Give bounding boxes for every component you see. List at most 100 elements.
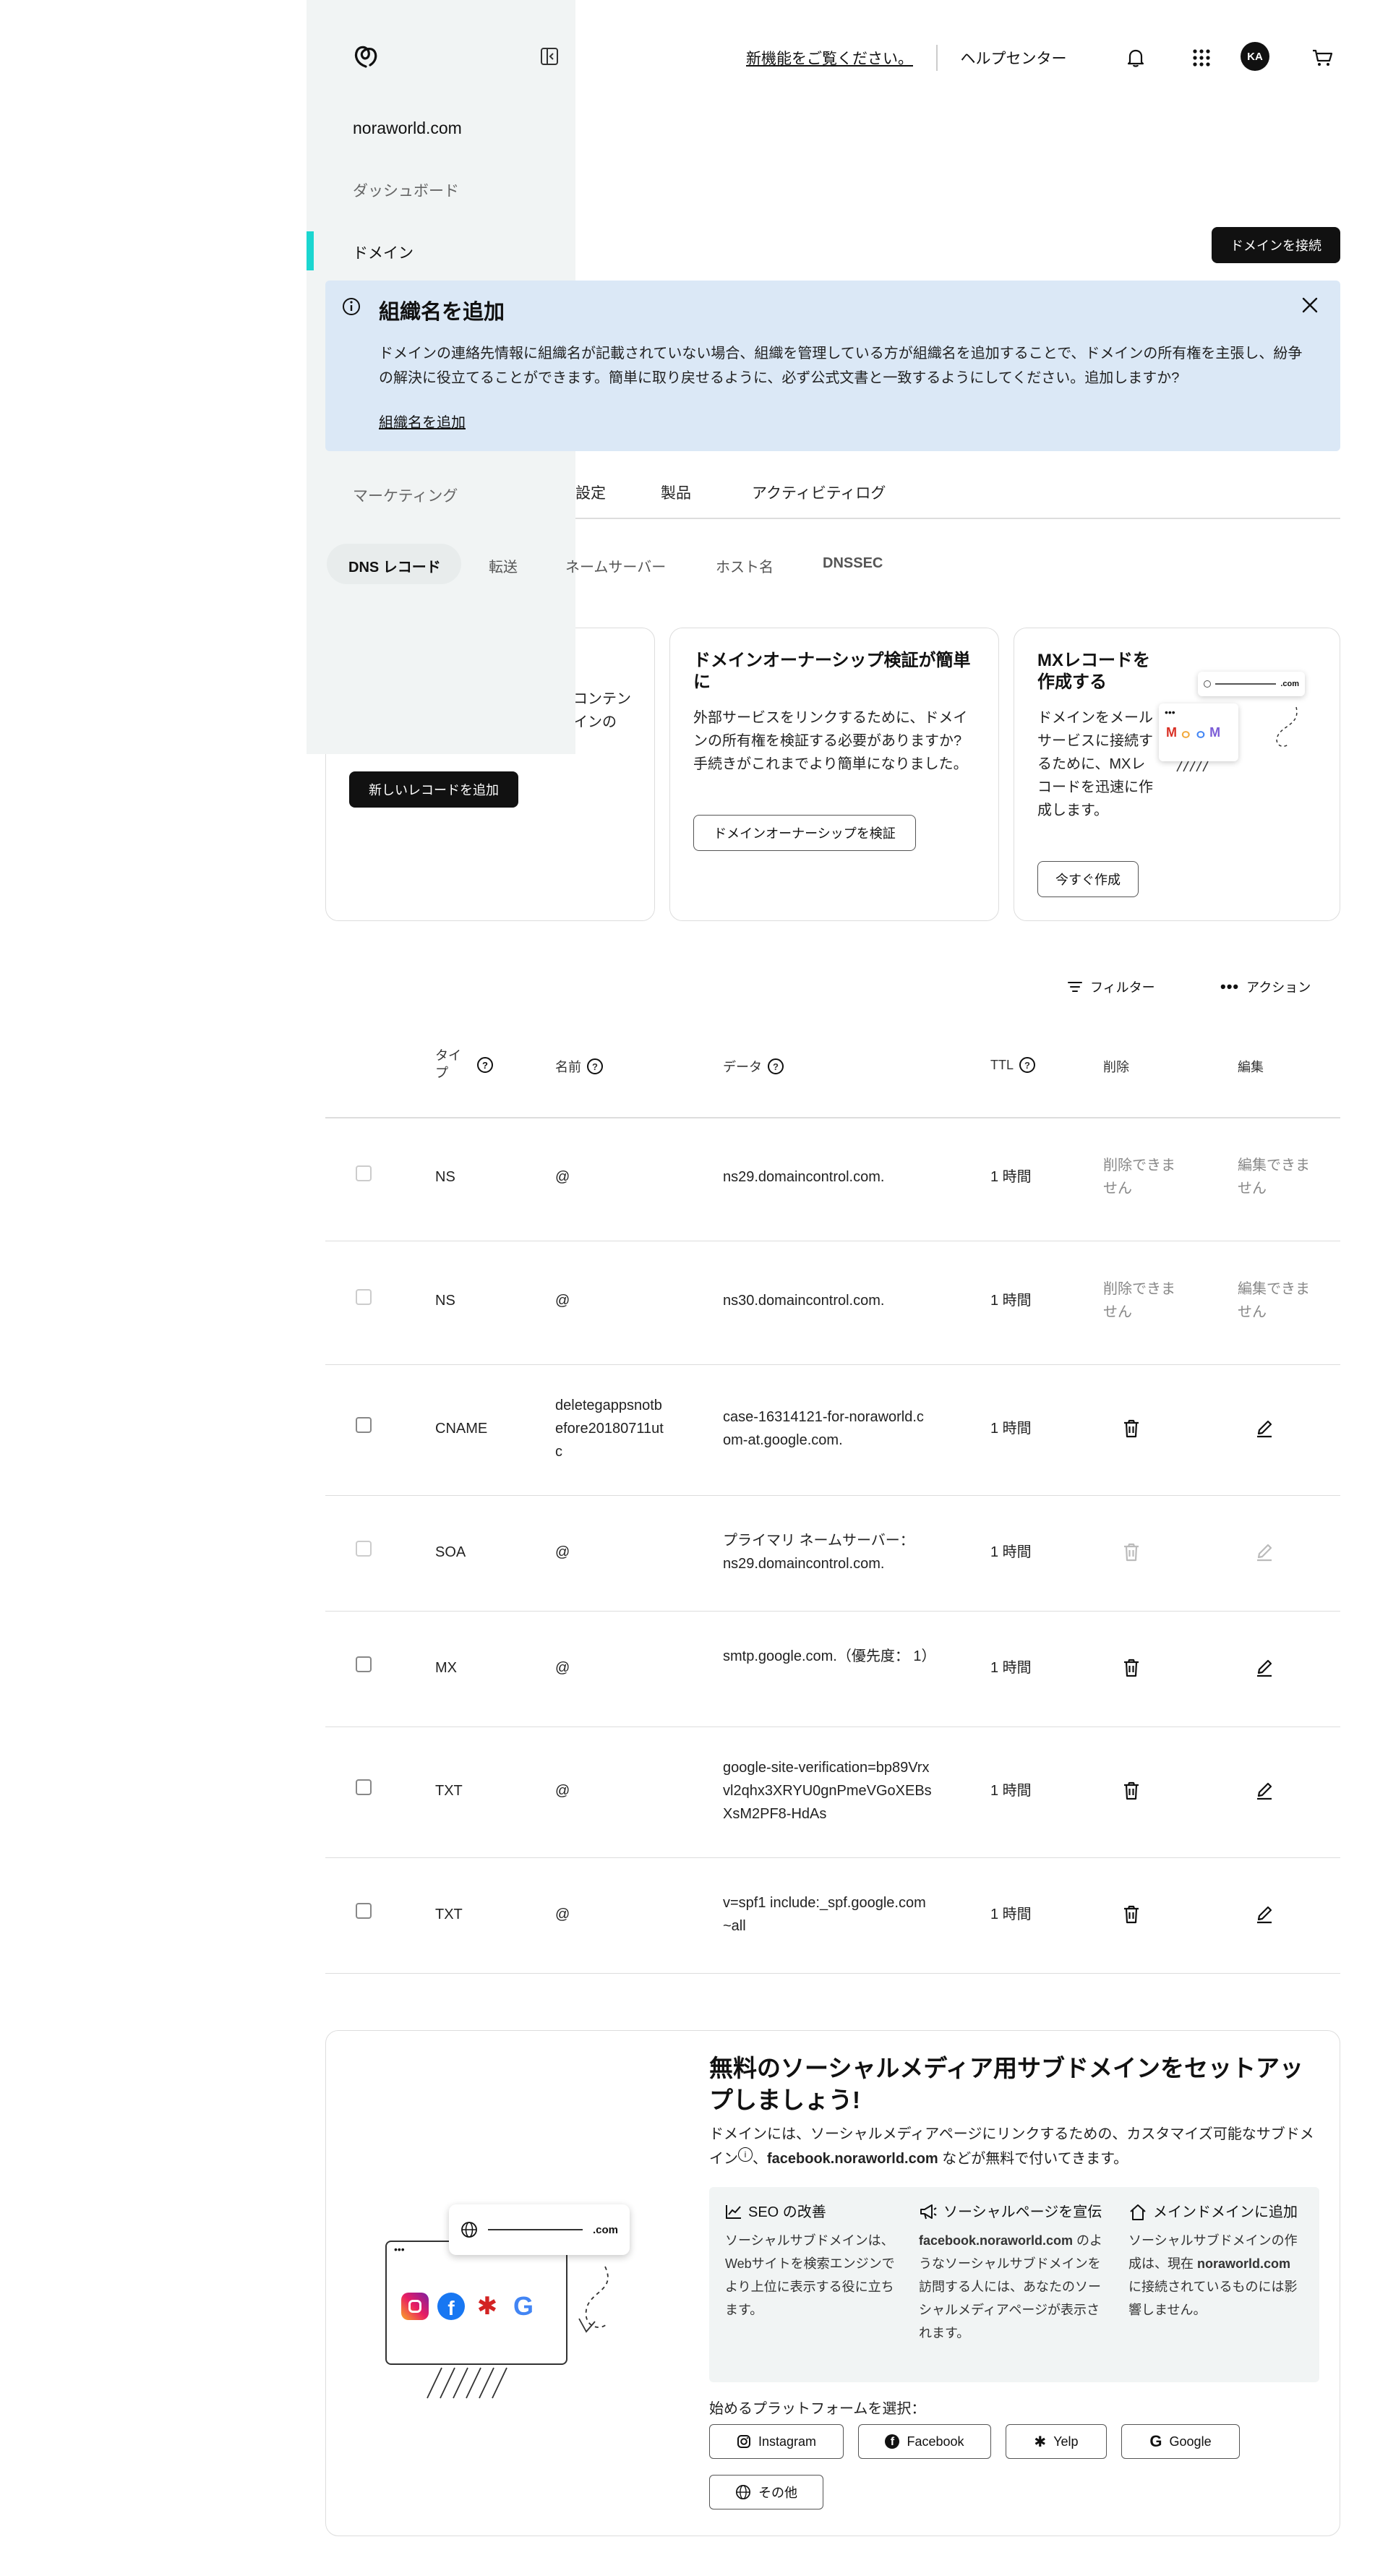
trash-icon[interactable] [1122, 1781, 1141, 1801]
column-header-data[interactable]: データ? [723, 1057, 784, 1076]
subtab-hostnames[interactable]: ホスト名 [716, 555, 774, 576]
tab-settings[interactable]: 設定 [575, 482, 606, 503]
record-ttl: 1 時間 [990, 1907, 1032, 1922]
pencil-icon [1255, 1542, 1274, 1562]
benefit-text: に接続されているものには影響しません。 [1128, 2280, 1298, 2317]
pencil-icon[interactable] [1255, 1781, 1274, 1801]
record-data: google-site-verification=bp89Vrxvl2qhx3X… [723, 1760, 932, 1822]
whats-new-link[interactable]: 新機能をご覧ください。 [746, 47, 913, 69]
other-platform-button[interactable]: その他 [709, 2475, 823, 2509]
dotcom-label: .com [1280, 680, 1299, 688]
table-row: CNAME deletegappsnotbefore20180711utc ca… [325, 1365, 1340, 1496]
sidebar-item-marketing[interactable]: マーケティング [353, 484, 458, 506]
logo-icon[interactable] [351, 42, 380, 71]
pencil-icon[interactable] [1255, 1418, 1274, 1439]
instagram-icon [737, 2435, 750, 2448]
trash-icon[interactable] [1122, 1904, 1141, 1925]
connect-domain-button[interactable]: ドメインを接続 [1212, 227, 1340, 263]
row-checkbox[interactable] [356, 1289, 372, 1305]
row-checkbox[interactable] [356, 1417, 372, 1433]
apps-grid-icon[interactable] [1186, 42, 1217, 74]
sidebar-item-dashboard[interactable]: ダッシュボード [353, 179, 459, 201]
actions-button[interactable]: ••• アクション [1220, 977, 1311, 996]
filter-icon [1068, 982, 1082, 992]
sidebar-domain-name[interactable]: noraworld.com [353, 119, 462, 138]
record-name: @ [555, 1293, 570, 1309]
help-icon[interactable]: ? [587, 1058, 603, 1074]
row-checkbox[interactable] [356, 1779, 372, 1795]
url-line [1215, 683, 1277, 685]
domain-bar: .com [1198, 672, 1305, 696]
bell-icon[interactable] [1120, 42, 1152, 74]
add-organization-banner: 組織名を追加 ドメインの連絡先情報に組織名が記載されていない場合、組織を管理して… [325, 281, 1340, 451]
subtab-dns-records[interactable]: DNS レコード [348, 555, 441, 576]
subtab-nameservers[interactable]: ネームサーバー [565, 555, 666, 576]
avatar[interactable]: KA [1241, 42, 1269, 71]
cart-icon[interactable] [1306, 42, 1338, 74]
help-icon[interactable]: ? [768, 1058, 784, 1074]
facebook-logo-icon: f [437, 2293, 465, 2320]
column-header-edit: 編集 [1238, 1057, 1264, 1076]
yelp-icon: ✱ [1034, 2434, 1047, 2450]
create-now-button[interactable]: 今すぐ作成 [1037, 861, 1139, 897]
pencil-icon[interactable] [1255, 1658, 1274, 1678]
delete-disabled-text: 削除できません [1103, 1158, 1175, 1197]
pencil-icon[interactable] [1255, 1904, 1274, 1925]
benefit-body: ソーシャルサブドメインは、Webサイトを検索エンジンでより上位に表示する役に立ち… [725, 2233, 895, 2317]
browser-window: ••• f ✱ G [385, 2241, 567, 2365]
record-name: deletegappsnotbefore20180711utc [555, 1398, 664, 1460]
subtab-dnssec[interactable]: DNSSEC [823, 555, 883, 572]
platform-name: Facebook [907, 2434, 964, 2449]
add-organization-link[interactable]: 組織名を追加 [379, 411, 466, 432]
benefit-title: メインドメインに追加 [1153, 2204, 1298, 2220]
facebook-icon: f [885, 2434, 900, 2449]
google-button[interactable]: G Google [1121, 2424, 1240, 2459]
help-icon[interactable]: ? [477, 1057, 493, 1073]
header-label: タイプ [435, 1048, 461, 1080]
benefit-promote: ソーシャルページを宣伝 facebook.noraworld.com のようなソ… [919, 2203, 1107, 2345]
row-checkbox[interactable] [356, 1541, 372, 1557]
tabs-divider [575, 518, 1340, 519]
record-ttl: 1 時間 [990, 1421, 1032, 1437]
facebook-button[interactable]: f Facebook [858, 2424, 991, 2459]
column-header-type[interactable]: タイプ [435, 1047, 471, 1082]
header-label: 名前 [555, 1060, 581, 1074]
collapse-sidebar-icon[interactable] [539, 46, 560, 67]
trash-icon[interactable] [1122, 1418, 1141, 1439]
verify-domain-button[interactable]: ドメインオーナーシップを検証 [693, 815, 916, 851]
yelp-button[interactable]: ✱ Yelp [1006, 2424, 1107, 2459]
example-subdomain: facebook.noraworld.com [767, 2151, 938, 2167]
column-header-name[interactable]: 名前? [555, 1057, 603, 1076]
domain-bar: .com [449, 2204, 630, 2255]
record-type: TXT [435, 1783, 463, 1799]
column-header-ttl[interactable]: TTL? [990, 1057, 1036, 1073]
instagram-button[interactable]: Instagram [709, 2424, 844, 2459]
header-label: 削除 [1103, 1060, 1129, 1074]
row-checkbox[interactable] [356, 1165, 372, 1181]
tab-products[interactable]: 製品 [661, 482, 691, 503]
active-indicator [307, 231, 314, 270]
social-title: 無料のソーシャルメディア用サブドメインをセットアップしましょう! [709, 2055, 1304, 2113]
add-record-button[interactable]: 新しいレコードを追加 [349, 771, 518, 808]
close-icon[interactable] [1300, 295, 1320, 315]
row-checkbox[interactable] [356, 1656, 372, 1672]
window-dots: ••• [394, 2243, 405, 2255]
platform-label: 始めるプラットフォームを選択： [709, 2401, 926, 2417]
description-text: 、 [753, 2151, 767, 2167]
benefit-text: のようなソーシャルサブドメインを訪問する人には、あなたのソーシャルメディアページ… [919, 2233, 1103, 2340]
info-icon[interactable]: i [738, 2147, 753, 2162]
tab-activity-log[interactable]: アクティビティログ [752, 482, 886, 503]
domain-verification-card: ドメインオーナーシップ検証が簡単に 外部サービスをリンクするために、ドメインの所… [669, 628, 999, 921]
social-description: ドメインには、ソーシャルメディアページにリンクするための、カスタマイズ可能なサブ… [709, 2122, 1324, 2171]
help-icon[interactable]: ? [1019, 1057, 1036, 1073]
subtab-forwarding[interactable]: 転送 [489, 555, 518, 576]
sidebar-item-domain[interactable]: ドメイン [353, 241, 414, 263]
trash-icon[interactable] [1122, 1658, 1141, 1678]
table-row: TXT @ google-site-verification=bp89Vrxvl… [325, 1727, 1340, 1858]
row-checkbox[interactable] [356, 1903, 372, 1919]
card-body: 外部サービスをリンクするために、ドメインの所有権を検証する必要がありますか?手続… [693, 710, 968, 772]
header-label: 編集 [1238, 1060, 1264, 1074]
column-header-delete: 削除 [1103, 1057, 1129, 1076]
help-center-link[interactable]: ヘルプセンター [961, 47, 1067, 69]
filter-button[interactable]: フィルター [1067, 977, 1155, 996]
